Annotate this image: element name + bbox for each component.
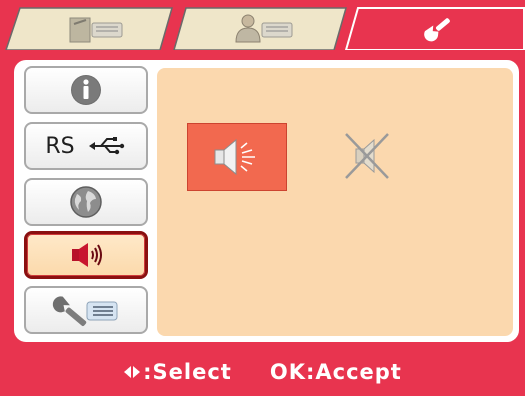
- content-area: [157, 68, 513, 336]
- footer-hints: :Select OK:Accept: [0, 348, 525, 396]
- sidebar-item-sound[interactable]: [24, 231, 148, 279]
- sidebar-item-rs-usb[interactable]: RS: [24, 122, 148, 170]
- left-right-arrows-icon: [123, 363, 141, 381]
- sidebar-item-network[interactable]: [24, 178, 148, 226]
- speaker-on-icon: [214, 138, 255, 176]
- info-icon: [71, 75, 101, 105]
- select-hint-text: :Select: [143, 360, 232, 384]
- sound-on-option[interactable]: [187, 123, 287, 191]
- tab-strip: [0, 0, 525, 52]
- speaker-icon: [72, 243, 102, 267]
- select-hint: :Select: [123, 360, 232, 384]
- accept-hint: OK:Accept: [269, 360, 402, 384]
- tab-settings[interactable]: [340, 6, 525, 50]
- sound-off-option[interactable]: [317, 123, 415, 189]
- sidebar-item-info[interactable]: [24, 66, 148, 114]
- tab-user[interactable]: [170, 6, 350, 50]
- globe-icon: [70, 186, 102, 218]
- speaker-muted-icon: [345, 133, 389, 179]
- sidebar-item-tools[interactable]: [24, 286, 148, 334]
- rs-label: RS: [45, 133, 75, 159]
- tab-device[interactable]: [0, 6, 178, 50]
- device-screen: RS:Select OK:Accept: [0, 0, 525, 396]
- wrench-list-icon: [52, 296, 118, 326]
- usb-icon: [88, 137, 124, 155]
